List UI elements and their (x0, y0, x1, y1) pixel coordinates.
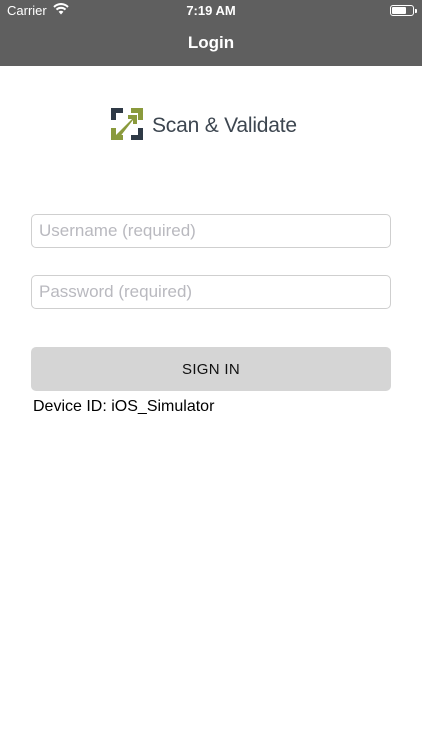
page-title: Login (187, 33, 235, 52)
navigation-header: Carrier 7:19 AM Login (0, 0, 422, 66)
password-input[interactable] (31, 275, 391, 309)
battery-icon (390, 5, 417, 16)
status-time: 7:19 AM (186, 3, 236, 18)
username-input[interactable] (31, 214, 391, 248)
status-bar: Carrier 7:19 AM (0, 0, 422, 22)
device-id-label: Device ID: iOS_Simulator (33, 398, 215, 415)
battery-level (392, 7, 406, 14)
sign-in-button[interactable]: SIGN IN (31, 347, 391, 391)
logo-text: Scan & Validate (152, 114, 297, 137)
app-logo: Scan & Validate (110, 107, 297, 146)
scan-validate-logo-icon (110, 107, 144, 146)
